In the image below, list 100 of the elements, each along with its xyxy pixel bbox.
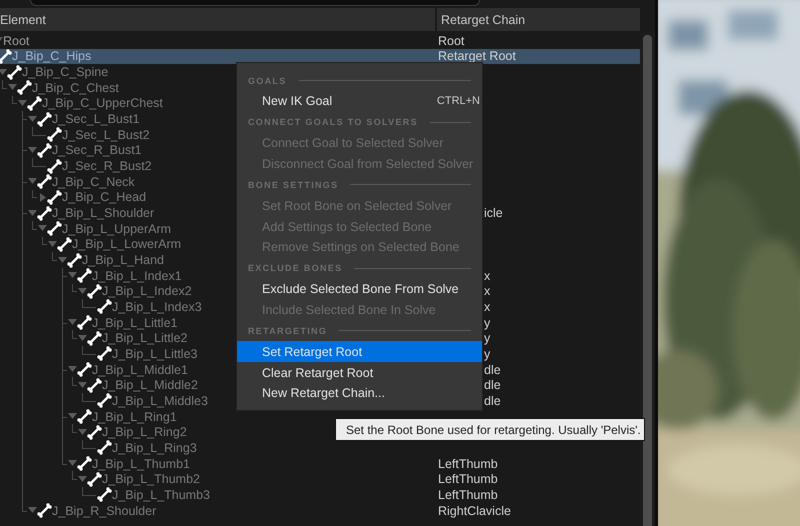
bone-icon [37,503,52,518]
tooltip: Set the Root Bone used for retargeting. Usually 'Pelvis'. [335,418,645,441]
bone-name: J_Bip_R_Shoulder [52,504,156,518]
bone-name: J_Bip_C_Neck [52,174,135,189]
bone-icon [97,487,112,502]
menu-item[interactable]: Exclude Selected Bone From Solve [237,278,482,300]
chain-name: dle [484,362,501,377]
bone-icon [47,190,62,205]
bone-name: J_Bip_L_Thumb3 [112,488,210,502]
expand-arrow-icon[interactable] [27,114,37,124]
bone-name: J_Bip_L_Ring2 [102,425,187,440]
column-header[interactable]: Element [0,8,437,31]
tree-row[interactable]: J_Bip_L_Thumb3 LeftThumb [0,487,640,503]
menu-item[interactable]: Clear Retarget Root [237,362,482,383]
bone-icon [97,440,112,456]
bone-name: J_Bip_L_Little2 [102,331,188,346]
chain-name: x [484,268,490,283]
bone-icon [47,158,62,174]
chain-name: x [484,300,490,314]
scrollbar-thumb[interactable] [643,35,652,526]
bone-icon [17,80,32,96]
tree-row[interactable]: J_Bip_L_Ring3 [0,440,640,456]
tree-row[interactable]: J_Bip_L_Thumb2 LeftThumb [0,471,640,488]
bone-name: J_Bip_C_Spine [22,65,108,80]
scrollbar[interactable] [640,33,655,526]
tree-row[interactable]: J_Bip_R_Shoulder RightClavicle [0,502,640,518]
expand-arrow-icon[interactable] [0,67,7,78]
bone-icon [87,284,102,299]
chain-name: y [484,331,490,346]
bone-name: J_Sec_L_Bust1 [52,112,140,126]
menu-item[interactable]: New Retarget Chain... [237,382,482,404]
expand-arrow-icon[interactable] [57,255,67,266]
expand-arrow-icon[interactable] [27,145,37,156]
chain-name: y [484,346,490,361]
chain-name: Root [438,34,464,48]
bone-icon [77,315,92,330]
bone-name: J_Bip_L_Thumb2 [102,472,200,486]
column-header[interactable]: Retarget Chain [437,8,640,31]
bone-icon [77,456,92,472]
bone-name: J_Bip_L_Index2 [102,284,192,298]
tree-row[interactable]: J_Bip_C_Hips Retarget Root [0,48,640,64]
bone-icon [87,330,102,346]
bone-name: J_Bip_L_Thumb1 [92,456,190,471]
expand-arrow-icon[interactable] [27,208,37,218]
bone-icon [27,96,42,111]
expand-arrow-icon[interactable] [77,286,87,296]
bone-name: J_Bip_C_Hips [12,49,92,64]
chain-name: icle [484,206,503,220]
expand-arrow-icon[interactable] [47,239,57,250]
bone-name: J_Bip_L_LowerArm [72,237,182,252]
bone-icon [77,409,92,424]
bone-icon [87,378,102,393]
bone-name: J_Sec_R_Bust2 [62,159,152,174]
bone-name: J_Bip_L_Middle2 [102,378,198,392]
expand-arrow-icon[interactable] [17,98,27,108]
chain-name: LeftThumb [438,456,498,471]
tree-row[interactable]: J_Bip_L_Thumb1 LeftThumb [0,456,640,472]
bone-icon [47,221,62,236]
menu-item[interactable]: Set Retarget Root [237,341,482,362]
bone-name: J_Bip_L_Little1 [92,316,178,330]
chain-name: RightClavicle [438,504,511,518]
chain-name: LeftThumb [438,488,498,502]
bone-icon [47,127,62,142]
bone-name: J_Bip_L_Ring3 [112,440,197,455]
chain-name: dle [484,378,501,392]
bone-icon [77,268,92,284]
chain-name: x [484,284,490,298]
bone-icon [0,48,12,64]
bone-icon [87,424,102,440]
bone-icon [37,112,52,127]
bone-name: J_Bip_C_Head [62,190,146,204]
bone-icon [67,252,82,268]
bone-icon [97,346,112,362]
tree-row[interactable]: Root Root [0,33,640,49]
expand-arrow-icon[interactable] [77,427,87,438]
bone-icon [77,362,92,378]
bone-name: Root [3,34,30,48]
bone-name: J_Bip_C_UpperChest [42,96,163,110]
expand-arrow-icon[interactable] [77,333,87,344]
shortcut-label: CTRL+N [436,95,480,108]
bone-icon [37,174,52,190]
bone-icon [87,472,102,487]
chain-name: LeftThumb [438,472,498,486]
bone-name: J_Bip_L_Index3 [112,300,202,314]
menu-item[interactable]: New IK Goal CTRL+N [237,91,482,112]
expand-arrow-icon[interactable] [77,474,87,484]
bone-icon [97,299,112,314]
bone-name: J_Bip_L_Hand [82,253,164,268]
bone-icon [97,393,112,408]
bone-name: J_Bip_C_Chest [32,80,119,95]
bone-name: J_Sec_L_Bust2 [62,128,150,142]
bone-name: J_Bip_L_Middle3 [112,394,208,408]
chain-name: dle [484,394,501,408]
chain-name: Retarget Root [438,49,516,64]
expand-arrow-icon[interactable] [77,380,87,390]
bone-name: J_Bip_L_Ring1 [92,410,177,424]
bone-name: J_Sec_R_Bust1 [52,143,142,158]
bone-icon [37,206,52,221]
bone-name: J_Bip_L_Middle1 [92,362,188,377]
collapse-arrow-icon[interactable] [37,192,47,202]
